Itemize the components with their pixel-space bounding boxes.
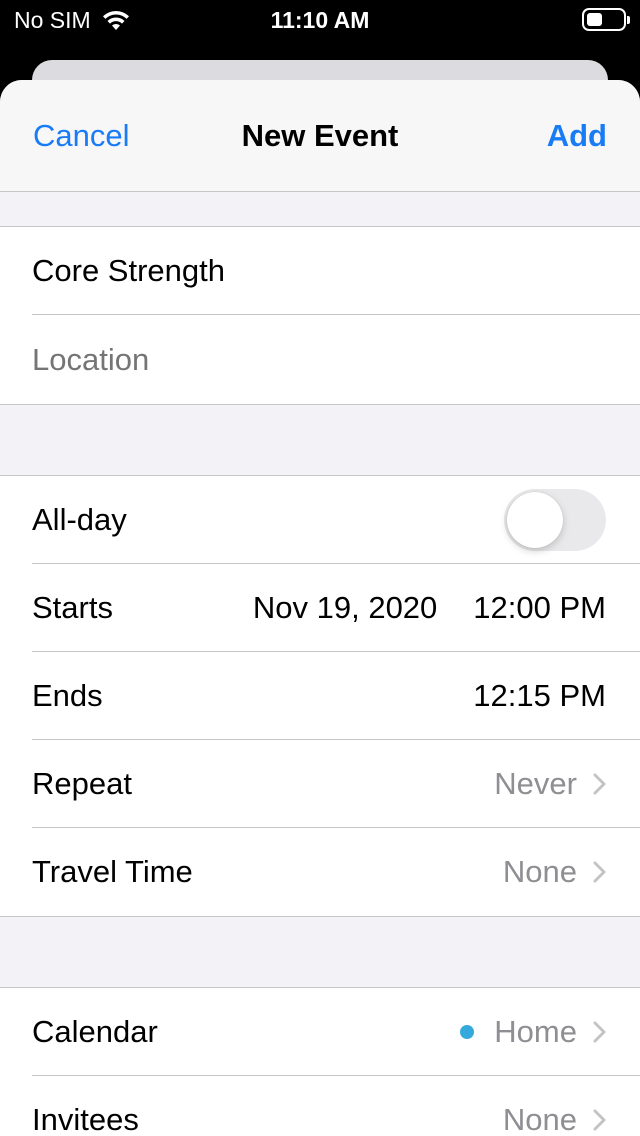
- page-title: New Event: [241, 118, 399, 153]
- status-bar: No SIM 11:10 AM: [0, 0, 640, 40]
- starts-row[interactable]: Starts Nov 19, 2020 12:00 PM: [32, 564, 640, 652]
- invitees-value: None: [502, 1102, 577, 1136]
- repeat-values: Never: [494, 766, 606, 802]
- toggle-knob: [507, 491, 563, 548]
- repeat-value: Never: [494, 765, 577, 801]
- new-event-sheet: Cancel New Event Add All-day: [0, 80, 640, 1136]
- starts-values: Nov 19, 2020 12:00 PM: [253, 590, 606, 626]
- ends-label: Ends: [32, 677, 103, 713]
- calendar-group: Calendar Home Invitees None: [0, 987, 640, 1136]
- battery-icon: [582, 8, 630, 31]
- chevron-right-icon: [593, 773, 606, 794]
- add-button[interactable]: Add: [547, 118, 607, 154]
- invitees-row[interactable]: Invitees None: [32, 1076, 640, 1136]
- allday-toggle[interactable]: [504, 488, 606, 551]
- battery-fill: [587, 13, 602, 26]
- travel-time-value: None: [502, 854, 577, 889]
- starts-date[interactable]: Nov 19, 2020: [253, 590, 437, 626]
- invitees-label: Invitees: [32, 1102, 139, 1136]
- calendar-color-dot: [460, 1024, 475, 1039]
- location-row: [32, 315, 640, 404]
- location-input[interactable]: [32, 341, 606, 378]
- ends-values: 12:15 PM: [473, 678, 606, 714]
- screen: No SIM 11:10 AM Cancel New Event Add Cor…: [0, 0, 640, 1136]
- ends-time[interactable]: 12:15 PM: [473, 678, 606, 714]
- timing-group: All-day Starts Nov 19, 2020 12:00 PM End…: [0, 475, 640, 917]
- repeat-label: Repeat: [32, 765, 132, 801]
- travel-time-values: None: [503, 854, 606, 890]
- status-time: 11:10 AM: [270, 7, 370, 33]
- title-location-group: [0, 226, 640, 405]
- ends-row[interactable]: Ends 12:15 PM: [32, 652, 640, 740]
- travel-time-row[interactable]: Travel Time None: [32, 828, 640, 916]
- chevron-right-icon: [593, 861, 606, 883]
- allday-label: All-day: [32, 501, 127, 537]
- calendar-row[interactable]: Calendar Home: [32, 988, 640, 1076]
- chevron-right-icon: [593, 1021, 606, 1042]
- travel-time-label: Travel Time: [32, 854, 193, 889]
- starts-time[interactable]: 12:00 PM: [473, 590, 606, 626]
- allday-row: All-day: [32, 476, 640, 564]
- nav-bar: Cancel New Event Add: [0, 80, 640, 192]
- calendar-value: Home: [494, 1013, 577, 1049]
- calendar-values: Home: [460, 1014, 606, 1050]
- title-input[interactable]: [32, 252, 606, 289]
- title-row: [32, 227, 640, 315]
- starts-label: Starts: [32, 589, 113, 625]
- calendar-label: Calendar: [32, 1013, 158, 1049]
- invitees-values: None: [503, 1102, 606, 1136]
- chevron-right-icon: [593, 1109, 606, 1131]
- repeat-row[interactable]: Repeat Never: [32, 740, 640, 828]
- allday-control: [504, 488, 606, 551]
